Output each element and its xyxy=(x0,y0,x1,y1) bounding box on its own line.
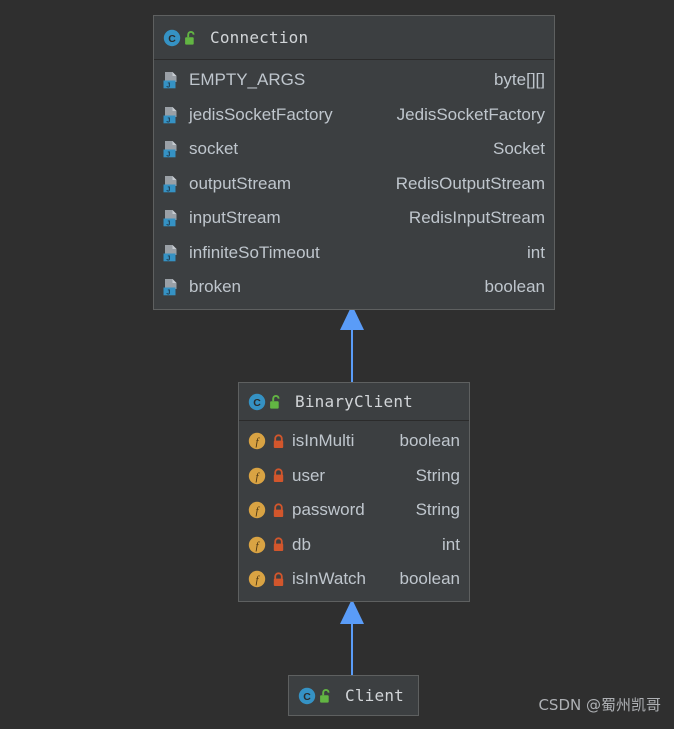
uml-class-binaryclient[interactable]: C BinaryClient f isInMulti boolean f use… xyxy=(238,382,470,602)
java-field-icon: J xyxy=(163,244,180,262)
svg-text:C: C xyxy=(303,691,311,703)
field-row[interactable]: f isInMulti boolean xyxy=(239,424,469,459)
field-type: JedisSocketFactory xyxy=(396,104,545,124)
field-name: infiniteSoTimeout xyxy=(189,242,320,262)
class-header-connection[interactable]: C Connection xyxy=(154,16,554,60)
unlock-public-icon xyxy=(269,394,283,410)
field-circle-icon: f xyxy=(248,432,266,450)
diagram-canvas: C Connection J EMPTY_ARGS byte[][] J jed… xyxy=(0,0,674,729)
svg-text:C: C xyxy=(253,397,261,409)
java-field-icon: J xyxy=(163,278,180,297)
field-row[interactable]: J outputStream RedisOutputStream xyxy=(154,167,554,202)
unlock-public-icon xyxy=(184,30,198,46)
class-fields-connection: J EMPTY_ARGS byte[][] J jedisSocketFacto… xyxy=(154,60,554,309)
svg-text:J: J xyxy=(166,184,170,193)
svg-text:J: J xyxy=(166,253,170,262)
field-type: boolean xyxy=(399,431,460,451)
field-name: user xyxy=(292,465,326,485)
class-fields-binaryclient: f isInMulti boolean f user String f pass… xyxy=(239,421,469,601)
field-type: String xyxy=(415,500,460,520)
field-name: db xyxy=(292,534,311,554)
field-type: int xyxy=(527,242,545,262)
inheritance-arrow-binaryclient-to-connection[interactable] xyxy=(336,303,368,383)
svg-text:J: J xyxy=(166,115,170,124)
field-name: jedisSocketFactory xyxy=(189,104,333,124)
field-row[interactable]: f db int xyxy=(239,528,469,563)
arrow-head xyxy=(340,599,364,624)
field-circle-icon: f xyxy=(248,570,266,588)
class-icon: C xyxy=(248,393,266,411)
field-name: password xyxy=(292,500,365,520)
field-circle-icon: f xyxy=(248,536,266,554)
class-name-client: Client xyxy=(345,686,404,705)
uml-class-connection[interactable]: C Connection J EMPTY_ARGS byte[][] J jed… xyxy=(153,15,555,310)
class-header-client[interactable]: C Client xyxy=(289,676,418,715)
field-name: EMPTY_ARGS xyxy=(189,70,306,90)
lock-private-icon xyxy=(272,434,285,449)
field-type: String xyxy=(415,465,460,485)
java-field-icon: J xyxy=(163,209,180,228)
field-row[interactable]: J EMPTY_ARGS byte[][] xyxy=(154,63,554,98)
field-type: byte[][] xyxy=(493,70,545,90)
inheritance-arrow-client-to-binaryclient[interactable] xyxy=(336,597,368,677)
field-name: inputStream xyxy=(189,208,281,228)
field-row[interactable]: J socket Socket xyxy=(154,132,554,167)
java-field-icon: J xyxy=(163,106,180,124)
class-icon: C xyxy=(298,687,316,705)
field-row[interactable]: f isInWatch boolean xyxy=(239,562,469,597)
lock-private-icon xyxy=(272,537,285,552)
field-name: isInMulti xyxy=(292,431,355,451)
svg-text:J: J xyxy=(166,219,170,228)
field-row[interactable]: J jedisSocketFactory JedisSocketFactory xyxy=(154,98,554,133)
watermark-text: CSDN @蜀州凯哥 xyxy=(538,696,661,714)
class-header-binaryclient[interactable]: C BinaryClient xyxy=(239,383,469,421)
field-name: isInWatch xyxy=(292,569,367,589)
field-name: outputStream xyxy=(189,173,292,193)
class-icon: C xyxy=(163,29,181,47)
java-field-icon: J xyxy=(163,71,180,90)
lock-private-icon xyxy=(272,468,285,483)
field-row[interactable]: J broken boolean xyxy=(154,270,554,305)
field-row[interactable]: f user String xyxy=(239,459,469,494)
field-circle-icon: f xyxy=(248,467,266,485)
field-type: boolean xyxy=(484,277,545,297)
field-row[interactable]: J inputStream RedisInputStream xyxy=(154,201,554,236)
field-type: RedisOutputStream xyxy=(395,173,545,193)
svg-text:J: J xyxy=(166,150,170,159)
field-type: RedisInputStream xyxy=(408,208,545,228)
svg-text:J: J xyxy=(166,288,170,297)
class-name-binaryclient: BinaryClient xyxy=(295,392,413,411)
field-type: Socket xyxy=(493,139,545,159)
class-name-connection: Connection xyxy=(210,28,309,47)
field-type: int xyxy=(442,534,460,554)
field-name: broken xyxy=(189,277,241,297)
field-row[interactable]: J infiniteSoTimeout int xyxy=(154,236,554,271)
java-field-icon: J xyxy=(163,175,180,193)
svg-text:J: J xyxy=(166,81,170,90)
uml-class-client[interactable]: C Client xyxy=(288,675,419,716)
field-name: socket xyxy=(189,139,239,159)
lock-private-icon xyxy=(272,572,285,587)
field-row[interactable]: f password String xyxy=(239,493,469,528)
unlock-public-icon xyxy=(319,688,333,704)
field-circle-icon: f xyxy=(248,501,266,519)
lock-private-icon xyxy=(272,503,285,518)
java-field-icon: J xyxy=(163,140,180,159)
field-type: boolean xyxy=(399,569,460,589)
svg-text:C: C xyxy=(168,33,176,45)
